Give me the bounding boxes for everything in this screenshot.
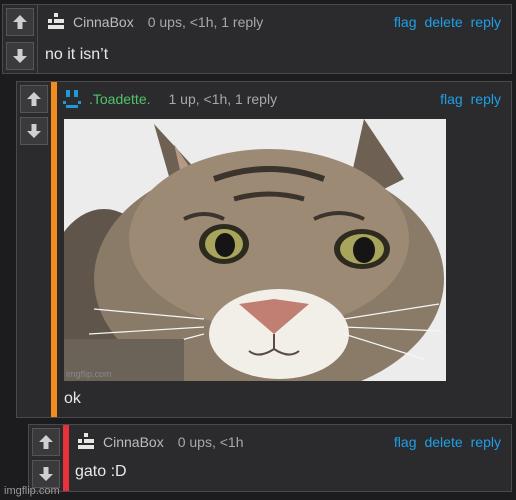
arrow-up-icon [27, 92, 41, 106]
comment-text: gato :D [75, 463, 127, 480]
image-watermark: imgflip.com [66, 369, 112, 379]
cat-photo-drawing [64, 119, 446, 381]
upvote-button[interactable] [20, 85, 48, 113]
downvote-button[interactable] [32, 460, 60, 488]
delete-link[interactable]: delete [424, 434, 462, 450]
reply-link[interactable]: reply [471, 14, 501, 30]
username[interactable]: CinnaBox [103, 434, 164, 450]
thread-accent-bar [63, 425, 69, 491]
avatar[interactable] [75, 431, 97, 453]
comment-meta: 0 ups, <1h, 1 reply [147, 14, 264, 30]
arrow-down-icon [39, 467, 53, 481]
flag-link[interactable]: flag [394, 14, 417, 30]
flag-link[interactable]: flag [440, 91, 463, 107]
username[interactable]: CinnaBox [73, 14, 134, 30]
comment-meta: 0 ups, <1h [177, 434, 244, 450]
avatar[interactable] [45, 11, 67, 33]
upvote-button[interactable] [32, 428, 60, 456]
comment-text: ok [64, 390, 81, 407]
comment-actions: flag delete reply [386, 5, 501, 39]
downvote-button[interactable] [20, 117, 48, 145]
arrow-down-icon [13, 49, 27, 63]
cat-image[interactable]: imgflip.com [64, 119, 446, 381]
comment-2: .Toadette. 1 up, <1h, 1 reply flag reply [16, 81, 512, 418]
flag-link[interactable]: flag [394, 434, 417, 450]
site-watermark: imgflip.com [4, 485, 60, 497]
username[interactable]: .Toadette. [89, 91, 151, 107]
avatar[interactable] [61, 88, 83, 110]
reply-link[interactable]: reply [471, 91, 501, 107]
comment-meta: 1 up, <1h, 1 reply [168, 91, 278, 107]
reply-link[interactable]: reply [471, 434, 501, 450]
comment-text: no it isn’t [45, 46, 109, 63]
thread-accent-bar [51, 82, 57, 417]
comment-1: CinnaBox 0 ups, <1h, 1 reply flag delete… [2, 4, 512, 74]
comment-actions: flag reply [432, 82, 501, 116]
comment-3: CinnaBox 0 ups, <1h flag delete reply ga… [28, 424, 512, 492]
arrow-down-icon [27, 124, 41, 138]
upvote-button[interactable] [6, 8, 34, 36]
arrow-up-icon [13, 15, 27, 29]
arrow-up-icon [39, 435, 53, 449]
downvote-button[interactable] [6, 42, 34, 70]
delete-link[interactable]: delete [424, 14, 462, 30]
comment-actions: flag delete reply [386, 425, 501, 459]
